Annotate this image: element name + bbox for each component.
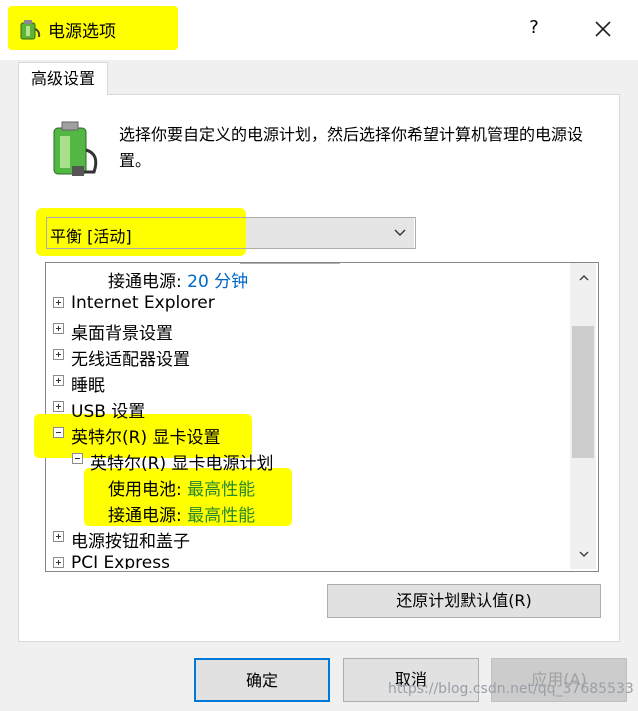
tree-item-intel-graphics[interactable]: 英特尔(R) 显卡设置 bbox=[71, 423, 220, 448]
power-plan-value: 平衡 [活动] bbox=[50, 227, 132, 246]
tree-item-plugged-in-graphics[interactable]: 接通电源: 最高性能 bbox=[108, 501, 255, 526]
restore-defaults-button[interactable]: 还原计划默认值(R) bbox=[327, 584, 601, 618]
tree-item-label: 接通电源: bbox=[108, 506, 182, 526]
tree-item-plugged-in[interactable]: 接通电源: 20 分钟 bbox=[108, 267, 248, 292]
expand-icon[interactable] bbox=[53, 297, 64, 308]
close-icon[interactable] bbox=[588, 14, 618, 44]
description-text: 选择你要自定义的电源计划，然后选择你希望计算机管理的电源设置。 bbox=[119, 125, 584, 170]
tree-item-power-buttons-lid[interactable]: 电源按钮和盖子 bbox=[71, 527, 190, 552]
tree-item-intel-graphics-plan[interactable]: 英特尔(R) 显卡电源计划 bbox=[90, 449, 273, 474]
tree-item-internet-explorer[interactable]: Internet Explorer bbox=[71, 293, 215, 313]
expand-icon[interactable] bbox=[53, 401, 64, 412]
tree-divider bbox=[240, 263, 340, 264]
collapse-icon[interactable] bbox=[72, 453, 83, 464]
collapse-icon[interactable] bbox=[53, 427, 64, 438]
scrollbar-thumb[interactable] bbox=[572, 326, 594, 458]
tree-item-pci-express[interactable]: PCI Express bbox=[71, 553, 170, 569]
tree-item-label: 接通电源: bbox=[108, 272, 182, 292]
tree-item-value[interactable]: 最高性能 bbox=[187, 480, 255, 500]
chevron-down-icon[interactable] bbox=[392, 224, 408, 240]
expand-icon[interactable] bbox=[53, 323, 64, 334]
battery-plug-icon bbox=[50, 120, 102, 180]
expand-icon[interactable] bbox=[53, 557, 64, 568]
scroll-up-icon[interactable] bbox=[577, 270, 591, 284]
tree-item-sleep[interactable]: 睡眠 bbox=[71, 371, 105, 396]
power-plant-icon bbox=[18, 17, 42, 41]
tree-item-wireless-adapter[interactable]: 无线适配器设置 bbox=[71, 345, 190, 370]
scroll-down-icon[interactable] bbox=[577, 546, 591, 560]
tree-item-on-battery[interactable]: 使用电池: 最高性能 bbox=[108, 475, 255, 500]
window-title: 电源选项 bbox=[48, 22, 116, 42]
tab-advanced-settings[interactable]: 高级设置 bbox=[18, 62, 108, 95]
watermark-text: https://blog.csdn.net/qq_37685533 bbox=[388, 681, 634, 697]
tree-item-desktop-background[interactable]: 桌面背景设置 bbox=[71, 319, 173, 344]
help-button[interactable]: ? bbox=[522, 14, 546, 42]
tree-item-usb[interactable]: USB 设置 bbox=[71, 397, 145, 422]
tree-item-value[interactable]: 20 分钟 bbox=[187, 272, 248, 292]
ok-button[interactable]: 确定 bbox=[194, 658, 330, 702]
expand-icon[interactable] bbox=[53, 531, 64, 542]
tree-item-value[interactable]: 最高性能 bbox=[187, 506, 255, 526]
expand-icon[interactable] bbox=[53, 349, 64, 360]
tree-item-label: 使用电池: bbox=[108, 480, 182, 500]
expand-icon[interactable] bbox=[53, 375, 64, 386]
